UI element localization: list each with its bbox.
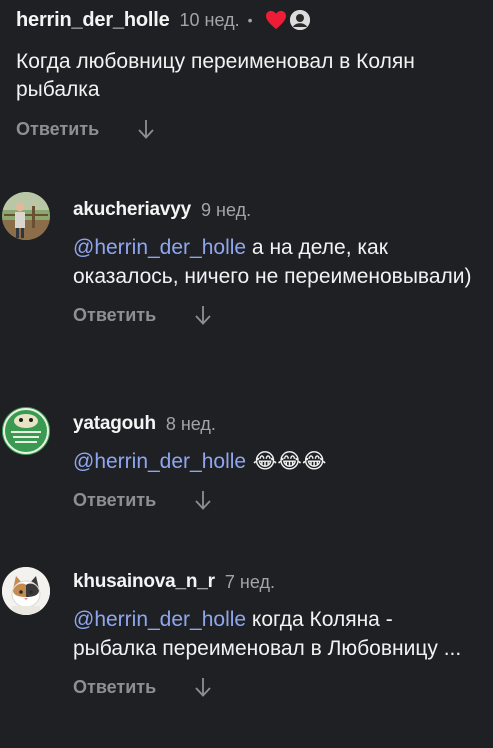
reply-button[interactable]: Ответить <box>73 305 156 326</box>
reply-text: @herrin_der_holle а на деле, как оказало… <box>73 233 478 291</box>
reply-text: @herrin_der_holle 😂😂😂 <box>73 447 478 476</box>
reply-actions: Ответить <box>73 674 478 700</box>
reply-header: akucheriavyy 9 нед. <box>73 198 478 222</box>
mention-link[interactable]: @herrin_der_holle <box>73 608 246 631</box>
reply-username[interactable]: akucheriavyy <box>73 199 191 221</box>
arrow-down-icon[interactable] <box>194 489 212 511</box>
comment-actions: Ответить <box>16 116 481 142</box>
separator-dot: • <box>247 12 253 28</box>
reply-actions: Ответить <box>73 302 478 328</box>
avatar[interactable] <box>2 407 50 455</box>
reply-actions: Ответить <box>73 487 478 513</box>
reply-username[interactable]: khusainova_n_r <box>73 571 215 593</box>
comment-header: herrin_der_holle 10 нед. • <box>16 8 481 32</box>
reply-time: 9 нед. <box>201 199 252 220</box>
avatar[interactable] <box>2 192 50 240</box>
reply-button[interactable]: Ответить <box>73 677 156 698</box>
reply-button[interactable]: Ответить <box>73 490 156 511</box>
comment-text: Когда любовницу переименовал в Колян рыб… <box>16 50 415 101</box>
reply-header: khusainova_n_r 7 нед. <box>73 570 478 594</box>
reply-content: khusainova_n_r 7 нед. @herrin_der_holle … <box>73 570 478 700</box>
comments-thread: herrin_der_holle 10 нед. • Когда любовни… <box>0 0 493 748</box>
author-avatar-icon <box>289 10 310 30</box>
reply-button[interactable]: Ответить <box>16 119 99 140</box>
reply-content: akucheriavyy 9 нед. @herrin_der_holle а … <box>73 198 478 328</box>
comment-time: 10 нед. <box>179 9 240 30</box>
reply-time: 7 нед. <box>224 571 275 592</box>
reply-time: 8 нед. <box>165 413 216 434</box>
comment-username[interactable]: herrin_der_holle <box>16 9 170 32</box>
avatar[interactable] <box>2 567 50 615</box>
mention-link[interactable]: @herrin_der_holle <box>73 236 246 259</box>
heart-icon <box>265 10 287 30</box>
arrow-down-icon[interactable] <box>194 304 212 326</box>
mention-link[interactable]: @herrin_der_holle <box>73 450 246 473</box>
comment-top: herrin_der_holle 10 нед. • Когда любовни… <box>16 8 481 142</box>
reply-content: yatagouh 8 нед. @herrin_der_holle 😂😂😂 От… <box>73 412 478 513</box>
arrow-down-icon[interactable] <box>137 118 155 140</box>
reply-message: 😂😂😂 <box>246 449 327 473</box>
reply-header: yatagouh 8 нед. <box>73 412 478 436</box>
reply-text: @herrin_der_holle когда Коляна - рыбалка… <box>73 605 478 663</box>
arrow-down-icon[interactable] <box>194 676 212 698</box>
reply-username[interactable]: yatagouh <box>73 413 156 435</box>
